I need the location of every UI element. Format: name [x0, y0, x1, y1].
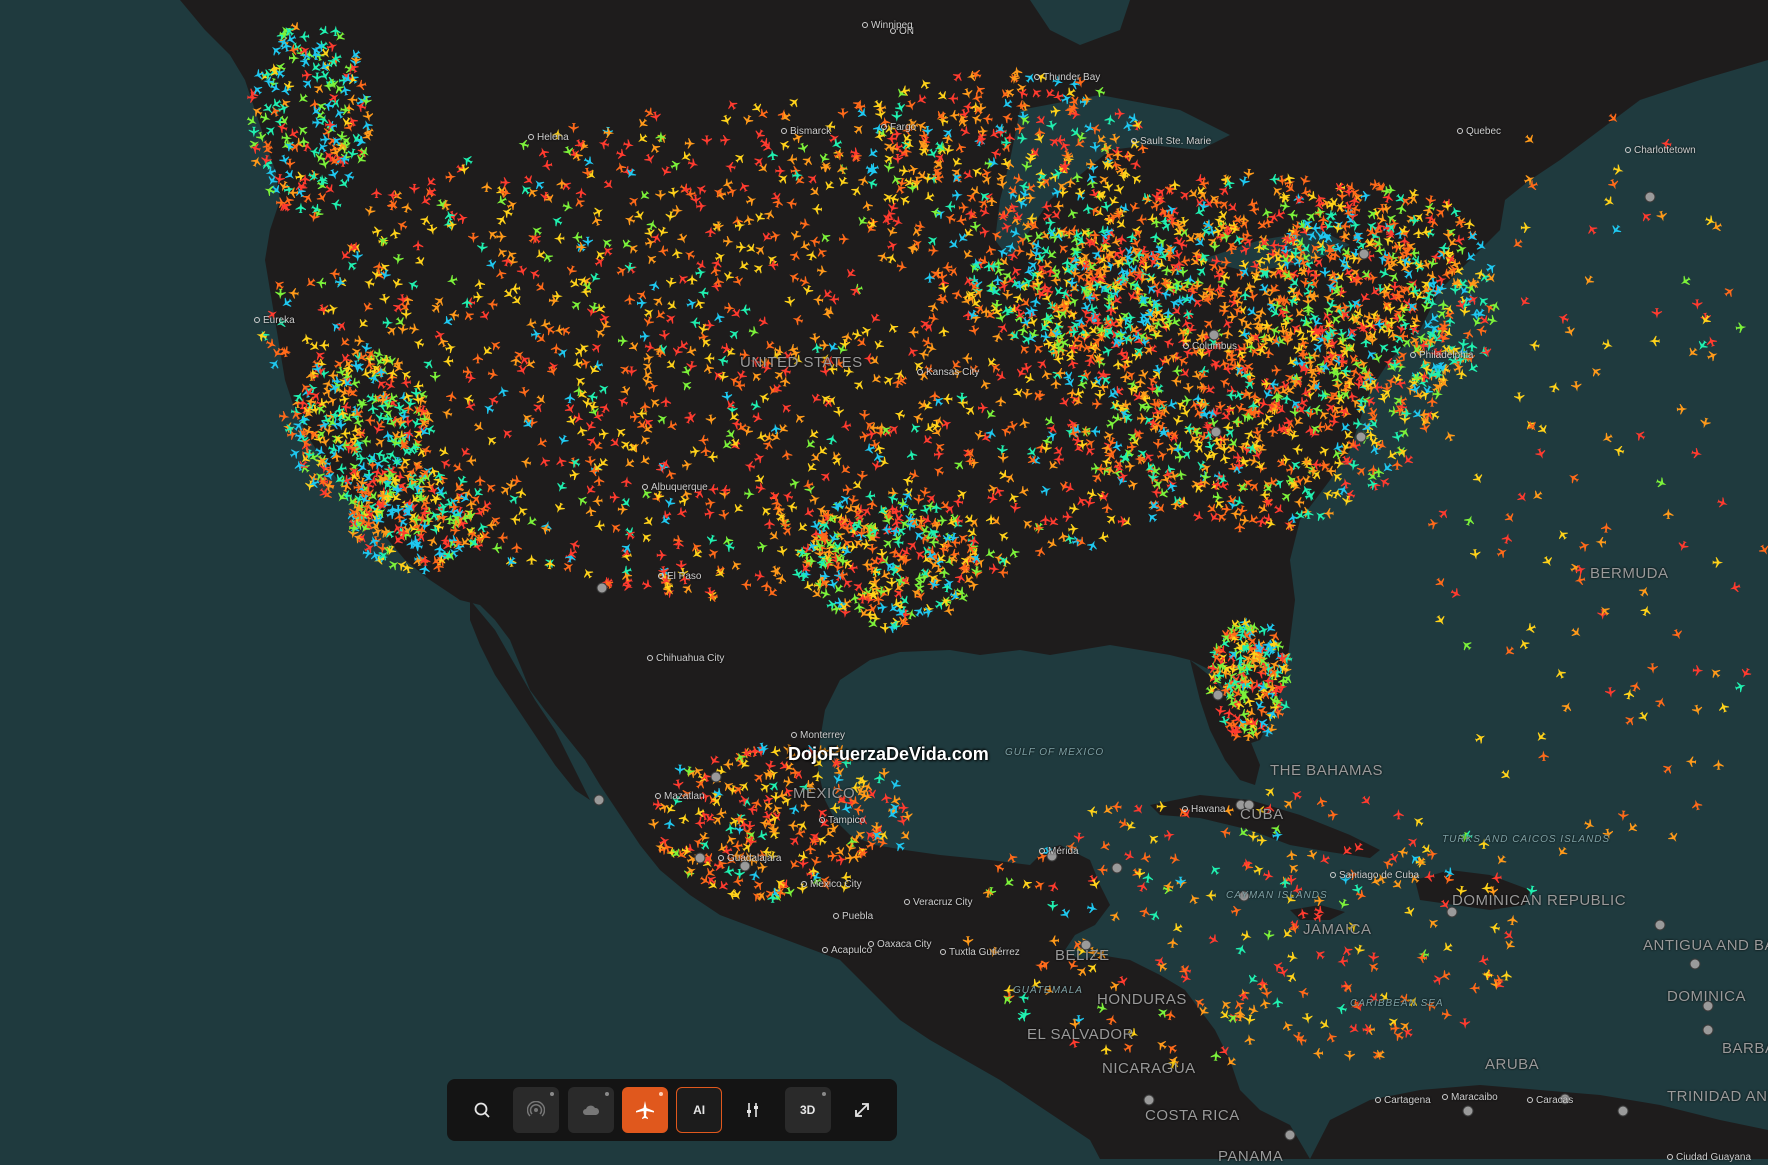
map-label-bismarck: Bismarck: [781, 126, 831, 137]
map-label-jamaica: JAMAICA: [1303, 921, 1372, 938]
airport-pin[interactable]: [1208, 329, 1220, 341]
map-label-fargo: Fargo: [881, 122, 916, 133]
map-label-santiago-de-cuba: Santiago de Cuba: [1330, 870, 1419, 881]
map-label-oaxaca-city: Oaxaca City: [868, 939, 931, 950]
map-label-costa-rica: COSTA RICA: [1145, 1107, 1240, 1124]
airport-pin[interactable]: [1358, 248, 1370, 260]
map-label-cuba: CUBA: [1240, 806, 1284, 823]
airport-pin[interactable]: [694, 852, 706, 864]
ai-button[interactable]: AI: [676, 1087, 723, 1133]
map-label-gulf-of-mexico: GULF OF MEXICO: [1005, 747, 1105, 758]
map-label-dominica: DOMINICA: [1667, 988, 1746, 1005]
map-label-philadelphia: Philadelphia: [1410, 350, 1474, 361]
map-label-barbados: BARBADOS: [1722, 1040, 1768, 1057]
airport-pin[interactable]: [1143, 1094, 1155, 1106]
map-label-quebec: Quebec: [1457, 126, 1501, 137]
weather-button[interactable]: [567, 1087, 614, 1133]
airport-pin[interactable]: [710, 771, 722, 783]
map-label-ciudad-guayana: Ciudad Guayana: [1667, 1152, 1751, 1163]
map-label-acapulco: Acapulco: [822, 945, 872, 956]
map-label-caribbean-sea: CARIBBEAN SEA: [1350, 998, 1444, 1009]
search-button[interactable]: [459, 1087, 505, 1133]
map-label-cartagena: Cartagena: [1375, 1095, 1431, 1106]
view-3d-badge: [821, 1092, 826, 1096]
search-icon: [473, 1101, 491, 1119]
radar-button[interactable]: [513, 1087, 560, 1133]
map-label-aruba: ARUBA: [1485, 1056, 1540, 1073]
flights-badge: [658, 1092, 663, 1096]
map-label-panama: PANAMA: [1218, 1148, 1284, 1165]
map-label-dominican-republic: DOMINICAN REPUBLIC: [1452, 892, 1627, 909]
watermark-text: DojoFuerzaDeVida.com: [788, 744, 989, 764]
map-label-mexico-city: Mexico City: [801, 879, 862, 890]
sliders-icon: [744, 1101, 762, 1119]
airport-pin[interactable]: [1212, 689, 1224, 701]
radar-badge: [550, 1092, 555, 1096]
map-label-cayman-islands: CAYMAN ISLANDS: [1226, 890, 1328, 901]
airport-pin[interactable]: [1355, 431, 1367, 443]
airport-pin[interactable]: [1702, 1024, 1714, 1036]
map-label-antigua-and-barbuda: ANTIGUA AND BARBUDA: [1643, 937, 1768, 954]
cloud-icon: [581, 1102, 601, 1118]
expand-icon: [853, 1101, 871, 1119]
airport-pin[interactable]: [1462, 1105, 1474, 1117]
map-label-nicaragua: NICARAGUA: [1102, 1060, 1196, 1077]
map-label-mexico: MEXICO: [793, 785, 856, 802]
map-label-kansas-city: Kansas City: [917, 367, 979, 378]
map-label-tuxtla-guti-rrez: Tuxtla Gutiérrez: [940, 947, 1020, 958]
map-label-monterrey: Monterrey: [791, 730, 845, 741]
map-label-chihuahua-city: Chihuahua City: [647, 653, 724, 664]
airport-pin[interactable]: [1654, 919, 1666, 931]
fullscreen-button[interactable]: [839, 1087, 885, 1133]
filters-button[interactable]: [730, 1087, 776, 1133]
airport-pin[interactable]: [1617, 1105, 1629, 1117]
airplane-icon: [635, 1100, 655, 1120]
map-label-guatemala: GUATEMALA: [1013, 985, 1083, 996]
map-label-united-states: UNITED STATES: [740, 354, 863, 371]
map-label-honduras: HONDURAS: [1097, 991, 1187, 1008]
map-label-winnipeg: Winnipeg: [862, 20, 913, 31]
flights-button[interactable]: [621, 1087, 668, 1133]
airport-pin[interactable]: [1644, 191, 1656, 203]
airport-pin[interactable]: [1111, 862, 1123, 874]
map-label-albuquerque: Albuquerque: [642, 482, 708, 493]
map-label-charlottetown: Charlottetown: [1625, 145, 1696, 156]
map-label-the-bahamas: THE BAHAMAS: [1270, 762, 1384, 779]
map-label-bermuda: BERMUDA: [1590, 565, 1669, 582]
map-label-puebla: Puebla: [833, 911, 873, 922]
airport-pin[interactable]: [593, 794, 605, 806]
map-label-m-rida: Mérida: [1039, 846, 1079, 857]
map-label-guadalajara: Guadalajara: [718, 853, 781, 864]
map-label-helena: Helena: [528, 132, 569, 143]
flight-map[interactable]: [0, 0, 1768, 1159]
map-label-turks-and-caicos-islands: TURKS AND CAICOS ISLANDS: [1442, 834, 1611, 845]
map-label-el-salvador: EL SALVADOR: [1027, 1026, 1134, 1043]
airport-pin[interactable]: [1689, 958, 1701, 970]
map-label-tampico: Tampico: [819, 815, 865, 826]
map-label-caracas: Caracas: [1527, 1095, 1573, 1106]
ai-label: AI: [693, 1103, 706, 1117]
weather-badge: [604, 1092, 609, 1096]
map-label-thunder-bay: Thunder Bay: [1034, 72, 1100, 83]
airport-pin[interactable]: [1284, 1129, 1296, 1141]
airport-pin[interactable]: [1210, 426, 1222, 438]
map-label-veracruz-city: Veracruz City: [904, 897, 972, 908]
map-label-mazatlan: Mazatlan: [655, 791, 705, 802]
view-3d-label: 3D: [799, 1103, 816, 1117]
view-3d-button[interactable]: 3D: [784, 1087, 831, 1133]
map-label-havana: Havana: [1182, 804, 1225, 815]
radar-icon: [527, 1101, 546, 1119]
map-label-el-paso: El Paso: [658, 571, 701, 582]
bottom-toolbar: AI 3D: [447, 1079, 897, 1141]
map-label-maracaibo: Maracaibo: [1442, 1092, 1498, 1103]
map-label-belize: BELIZE: [1055, 947, 1110, 964]
airport-pin[interactable]: [596, 582, 608, 594]
map-label-sault-ste-marie: Sault Ste. Marie: [1131, 136, 1211, 147]
map-label-eureka: Eureka: [254, 315, 295, 326]
map-label-columbus: Columbus: [1183, 341, 1237, 352]
map-label-trinidad-and-tobago: TRINIDAD AND TOBAGO: [1667, 1088, 1768, 1105]
